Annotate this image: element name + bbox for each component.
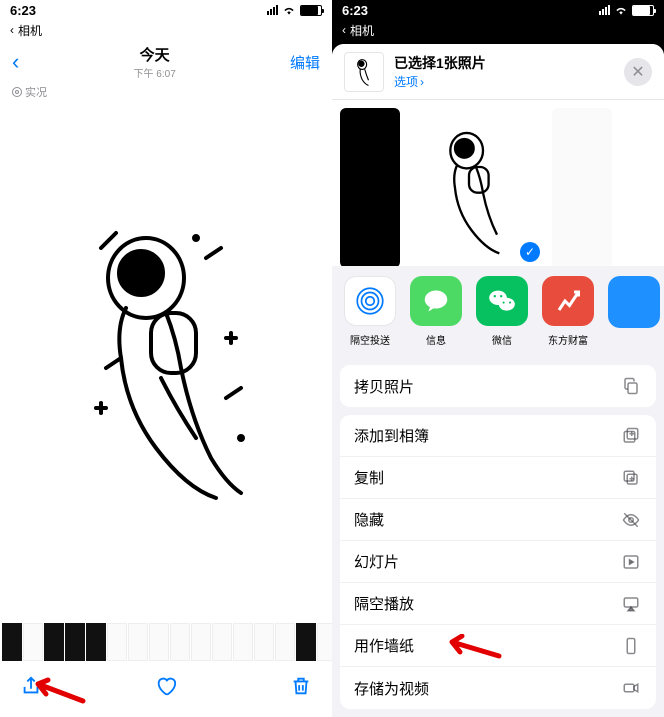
edit-button[interactable]: 编辑 — [290, 52, 320, 73]
airplay-icon — [620, 595, 642, 613]
battery-icon — [632, 5, 654, 16]
use-as-wallpaper-row[interactable]: 用作墙纸 — [340, 625, 656, 667]
back-source: ‹相机 — [0, 20, 332, 40]
save-as-video-row[interactable]: 存储为视频 — [340, 667, 656, 709]
add-to-album-row[interactable]: 添加到相簿 — [340, 415, 656, 457]
hide-row[interactable]: 隐藏 — [340, 499, 656, 541]
airplay-row[interactable]: 隔空播放 — [340, 583, 656, 625]
sheet-options[interactable]: 选项› — [394, 73, 614, 90]
sheet-thumb — [344, 52, 384, 92]
duplicate-icon — [620, 469, 642, 487]
album-add-icon — [620, 427, 642, 445]
wechat-app[interactable]: 微信 — [476, 276, 528, 347]
app-share-row: 隔空投送 信息 微信 东方财富 — [332, 266, 664, 357]
wifi-icon — [614, 5, 628, 15]
back-button[interactable]: ‹ — [12, 49, 19, 75]
messages-app[interactable]: 信息 — [410, 276, 462, 347]
more-app[interactable] — [608, 276, 660, 347]
share-button[interactable] — [20, 675, 42, 702]
sheet-title: 已选择1张照片 — [394, 53, 614, 73]
status-bar: 6:23 — [332, 0, 664, 20]
preview-strip[interactable]: ✓ — [332, 100, 664, 265]
page-subtitle: 下午 6:07 — [134, 65, 176, 80]
live-photo-badge: 实况 — [0, 84, 332, 100]
thumbnail-strip[interactable] — [0, 620, 332, 664]
back-source: ‹相机 — [332, 20, 664, 40]
delete-button[interactable] — [290, 675, 312, 702]
slideshow-row[interactable]: 幻灯片 — [340, 541, 656, 583]
status-bar: 6:23 — [0, 0, 332, 20]
status-time: 6:23 — [10, 3, 36, 18]
live-icon — [12, 87, 22, 97]
phone-icon — [620, 637, 642, 655]
copy-icon — [620, 377, 642, 395]
action-group-1: 拷贝照片 — [340, 365, 656, 407]
photo-view[interactable] — [0, 100, 332, 620]
status-time: 6:23 — [342, 3, 368, 18]
video-icon — [620, 679, 642, 697]
wifi-icon — [282, 5, 296, 15]
nav-bar: ‹ 今天 下午 6:07 编辑 — [0, 40, 332, 84]
battery-icon — [300, 5, 322, 16]
signal-icon — [267, 5, 278, 15]
duplicate-row[interactable]: 复制 — [340, 457, 656, 499]
eye-off-icon — [620, 511, 642, 529]
play-icon — [620, 553, 642, 571]
selected-preview[interactable]: ✓ — [406, 108, 546, 265]
signal-icon — [599, 5, 610, 15]
eastmoney-app[interactable]: 东方财富 — [542, 276, 594, 347]
favorite-button[interactable] — [155, 675, 177, 702]
action-group-2: 添加到相簿 复制 隐藏 幻灯片 隔空播放 — [340, 415, 656, 709]
check-icon: ✓ — [520, 242, 540, 262]
astronaut-drawing — [66, 208, 266, 513]
page-title: 今天 — [134, 44, 176, 65]
airdrop-app[interactable]: 隔空投送 — [344, 276, 396, 347]
bottom-toolbar — [0, 664, 332, 712]
copy-photo-row[interactable]: 拷贝照片 — [340, 365, 656, 407]
share-sheet: 已选择1张照片 选项› ✕ ✓ 隔空投送 — [332, 44, 664, 717]
close-button[interactable]: ✕ — [624, 58, 652, 86]
